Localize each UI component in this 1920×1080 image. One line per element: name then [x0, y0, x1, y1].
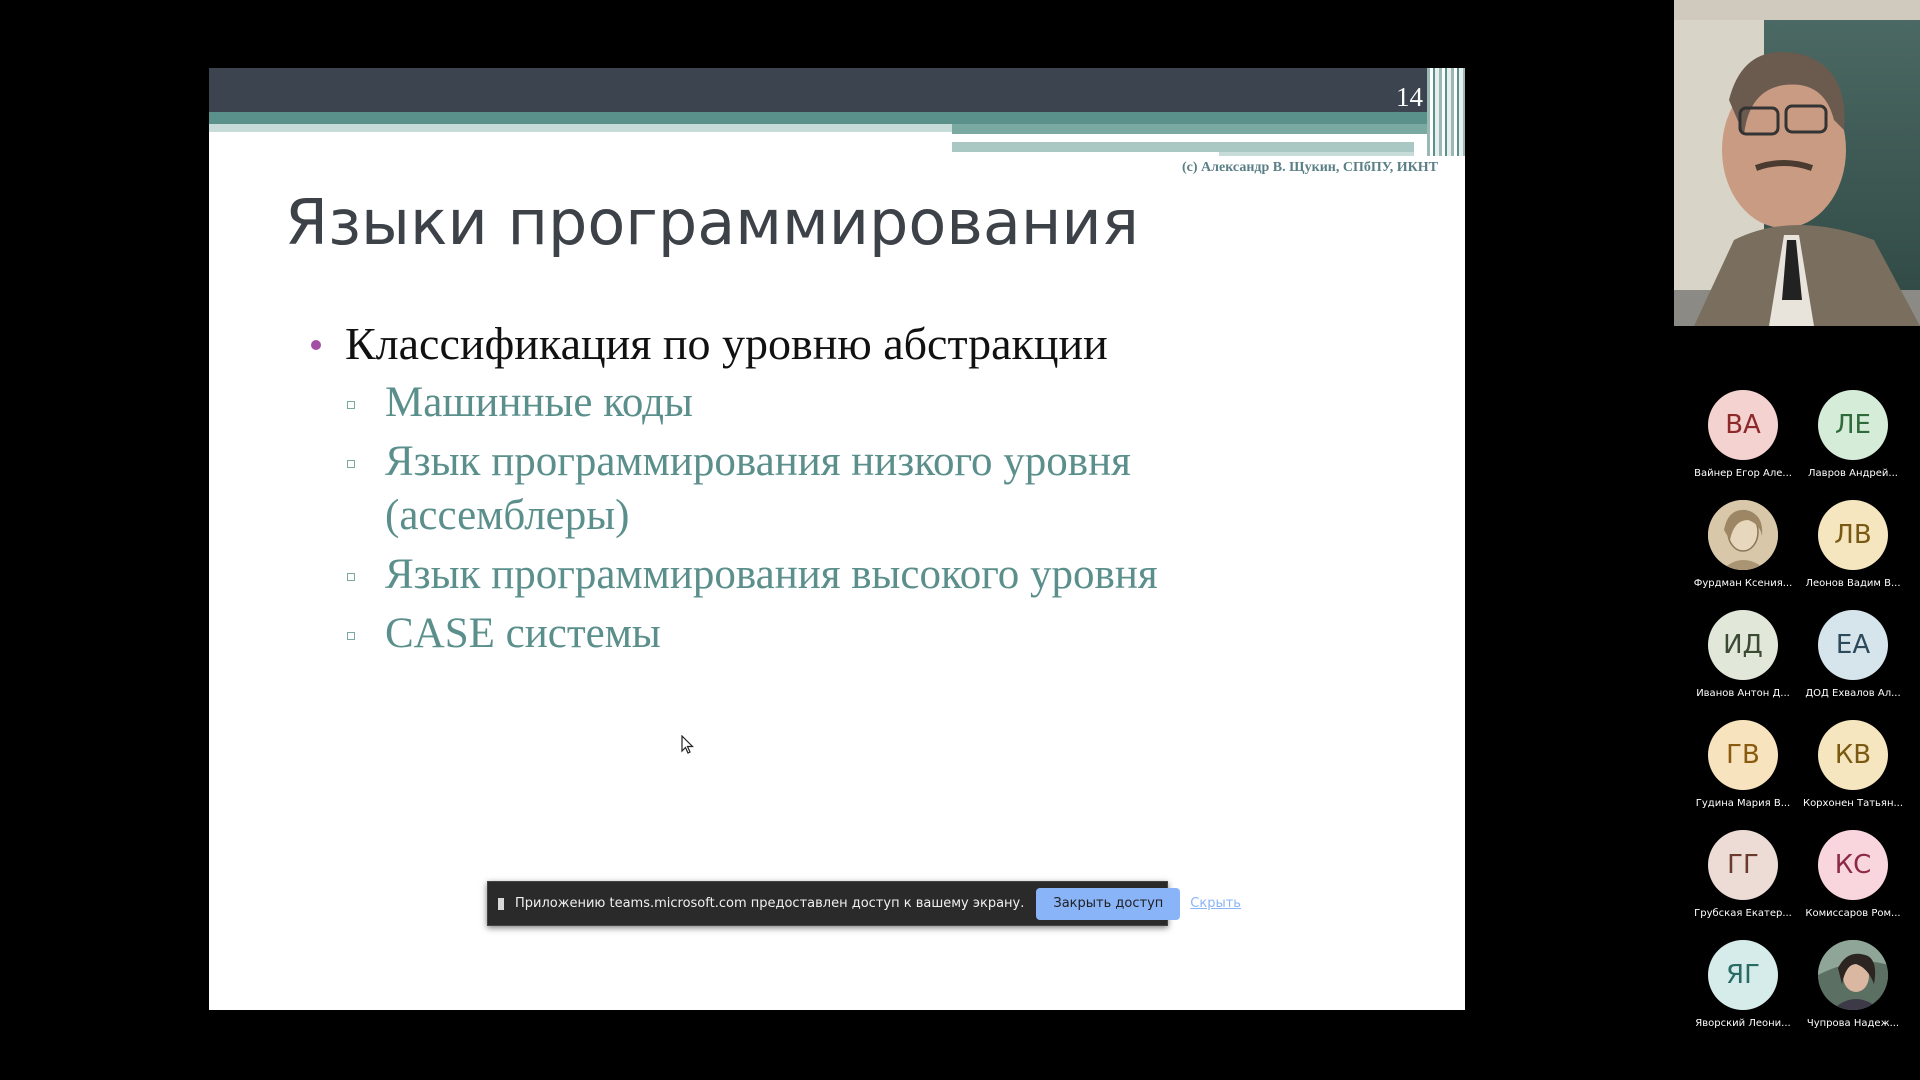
slide-header-stripe	[209, 124, 952, 132]
square-bullet-icon	[347, 460, 355, 468]
slide-page-number: 14	[1396, 82, 1423, 112]
slide-copyright: (с) Александр В. Щукин, СПбПУ, ИКНТ	[1182, 160, 1438, 175]
slide-header-stripe	[209, 112, 1465, 124]
participant-tile[interactable]: ИД Иванов Антон Д...	[1688, 610, 1798, 720]
avatar: ЛВ	[1818, 500, 1888, 570]
avatar: ВА	[1708, 390, 1778, 460]
slide-header-stripe	[952, 124, 1465, 134]
slide-header-decoration	[1427, 68, 1465, 156]
avatar-photo	[1818, 940, 1888, 1010]
participant-tile[interactable]: Фурдман Ксения...	[1688, 500, 1798, 610]
participant-tile[interactable]: КС Комиссаров Ром...	[1798, 830, 1908, 940]
participant-tile[interactable]: ВА Вайнер Егор Але...	[1688, 390, 1798, 500]
bullet-item: Классификация по уровню абстракции	[299, 316, 1419, 372]
avatar: ГВ	[1708, 720, 1778, 790]
participant-name: ДОД Ехвалов Ал...	[1805, 688, 1901, 699]
share-message: Приложению teams.microsoft.com предостав…	[515, 896, 1025, 911]
sub-bullet-text: Язык программирования низкого уровня (ас…	[385, 438, 1131, 539]
participant-list: ВА Вайнер Егор Але... ЛЕ Лавров Андрей..…	[1688, 390, 1913, 1050]
slide-title: Языки программирования	[285, 186, 1139, 259]
sub-bullet-list: Машинные коды Язык программирования низк…	[299, 376, 1419, 661]
bullet-text: Классификация по уровню абстракции	[345, 318, 1108, 369]
square-bullet-icon	[347, 632, 355, 640]
participant-tile[interactable]: ЕА ДОД Ехвалов Ал...	[1798, 610, 1908, 720]
participant-name: Яворский Леони...	[1695, 1018, 1791, 1029]
sub-bullet-item: Язык программирования низкого уровня (ас…	[345, 435, 1325, 543]
slide-header-bar	[209, 68, 1465, 112]
presenter-video-tile[interactable]	[1674, 0, 1920, 326]
participant-name: Гудина Мария В...	[1695, 798, 1791, 809]
participant-name: Корхонен Татьян...	[1802, 798, 1904, 809]
bullet-dot-icon	[311, 340, 321, 350]
avatar: ЯГ	[1708, 940, 1778, 1010]
participant-tile[interactable]: ЛЕ Лавров Андрей...	[1798, 390, 1908, 500]
avatar: ЕА	[1818, 610, 1888, 680]
participant-name: Грубская Екатер...	[1694, 908, 1792, 919]
slide-bullet-list: Классификация по уровню абстракции Машин…	[299, 316, 1419, 666]
sub-bullet-text: CASE системы	[385, 610, 661, 657]
participant-tile[interactable]: ГГ Грубская Екатер...	[1688, 830, 1798, 940]
avatar: КС	[1818, 830, 1888, 900]
sub-bullet-item: CASE системы	[345, 607, 1325, 661]
participant-tile[interactable]: ГВ Гудина Мария В...	[1688, 720, 1798, 830]
slide-header-stripe	[952, 134, 1372, 142]
screen-share-notification: Приложению teams.microsoft.com предостав…	[487, 881, 1241, 926]
participant-name: Вайнер Егор Але...	[1694, 468, 1792, 479]
participant-name: Комиссаров Ром...	[1805, 908, 1901, 919]
sub-bullet-text: Машинные коды	[385, 379, 693, 426]
square-bullet-icon	[347, 401, 355, 409]
sub-bullet-item: Язык программирования высокого уровня	[345, 548, 1325, 602]
participant-name: Фурдман Ксения...	[1693, 578, 1793, 589]
participant-tile[interactable]: КВ Корхонен Татьян...	[1798, 720, 1908, 830]
sub-bullet-text: Язык программирования высокого уровня	[385, 551, 1158, 598]
presenter-video-image	[1674, 0, 1920, 326]
avatar: ГГ	[1708, 830, 1778, 900]
slide-header-stripe	[1219, 152, 1414, 156]
slide-header-stripe	[952, 142, 1414, 152]
square-bullet-icon	[347, 573, 355, 581]
participant-tile[interactable]: ЯГ Яворский Леони...	[1688, 940, 1798, 1050]
participant-tile[interactable]: ЛВ Леонов Вадим В...	[1798, 500, 1908, 610]
avatar: ЛЕ	[1818, 390, 1888, 460]
hide-link[interactable]: Скрыть	[1190, 896, 1241, 911]
participant-name: Лавров Андрей...	[1808, 468, 1898, 479]
avatar: КВ	[1818, 720, 1888, 790]
pause-icon[interactable]	[498, 897, 504, 910]
stop-sharing-button[interactable]: Закрыть доступ	[1036, 887, 1181, 920]
participant-name: Леонов Вадим В...	[1805, 578, 1901, 589]
participant-name: Чупрова Надеж...	[1806, 1018, 1900, 1029]
avatar-photo	[1708, 500, 1778, 570]
shared-slide: 14 (с) Александр В. Щукин, СПбПУ, ИКНТ Я…	[209, 68, 1465, 1010]
sub-bullet-item: Машинные коды	[345, 376, 1325, 430]
avatar: ИД	[1708, 610, 1778, 680]
screen: 14 (с) Александр В. Щукин, СПбПУ, ИКНТ Я…	[0, 0, 1920, 1080]
participant-name: Иванов Антон Д...	[1696, 688, 1790, 699]
participant-tile[interactable]: Чупрова Надеж...	[1798, 940, 1908, 1050]
